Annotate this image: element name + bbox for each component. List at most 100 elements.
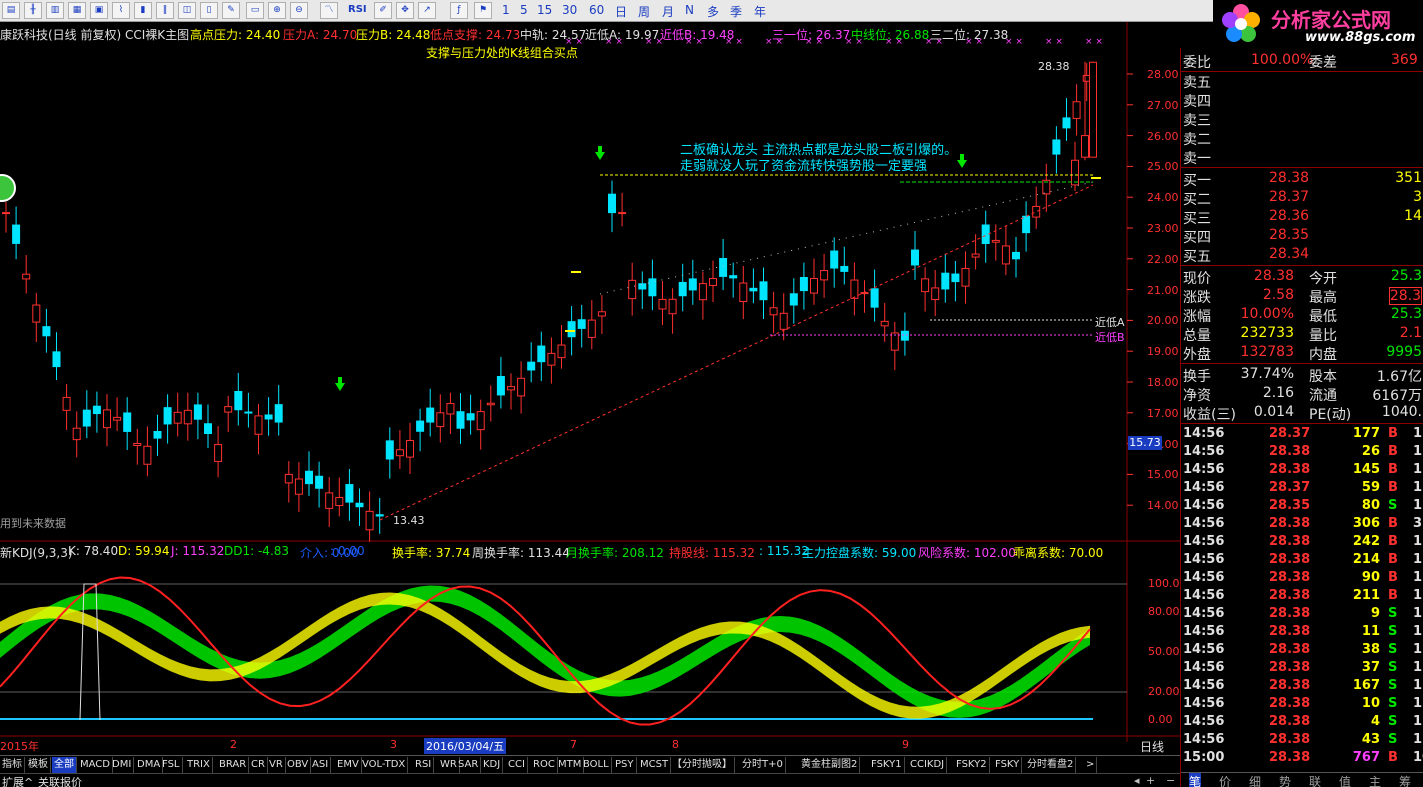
- panel-tab[interactable]: 价: [1219, 773, 1231, 787]
- period-15min[interactable]: 15: [537, 3, 552, 17]
- tick-count: 1: [1413, 714, 1423, 729]
- buy-signal-arrow-icon: [957, 154, 967, 168]
- panel-tab[interactable]: 值: [1339, 773, 1351, 787]
- indicator-tab[interactable]: ROC: [531, 757, 558, 773]
- move-icon[interactable]: ✥: [396, 2, 414, 19]
- bar-chart-icon[interactable]: ▥: [46, 2, 64, 19]
- tick-volume: 90: [1361, 570, 1380, 585]
- panel-tab[interactable]: 笔: [1189, 773, 1202, 787]
- panel-tab[interactable]: 联: [1309, 773, 1321, 787]
- indicator-tab[interactable]: FSKY2: [954, 757, 990, 773]
- indicator-tab[interactable]: MCST: [638, 757, 672, 773]
- tick-count: 1: [1413, 462, 1423, 477]
- period-n[interactable]: N: [685, 3, 694, 17]
- panel-tabs: 笔价细势联值主筹: [1181, 772, 1423, 787]
- candle-body: [769, 307, 778, 316]
- tick-volume: 177: [1352, 426, 1380, 441]
- scroll-left-icon[interactable]: ◂: [1134, 774, 1140, 787]
- tick-volume: 211: [1352, 588, 1380, 603]
- tick-price: 28.38: [1269, 444, 1311, 459]
- indicator-tab[interactable]: 模板: [26, 757, 51, 773]
- flag-icon[interactable]: ⚑: [474, 2, 492, 19]
- grid-icon[interactable]: ▦: [68, 2, 86, 19]
- indicator-tab[interactable]: 【分时抛吸】: [670, 757, 735, 773]
- indicator-tab[interactable]: CCI: [506, 757, 528, 773]
- indicator-tab[interactable]: CCIKDJ: [908, 757, 948, 773]
- candle-body: [365, 510, 374, 531]
- draw-icon[interactable]: ↗: [418, 2, 436, 19]
- rsi-button[interactable]: RSI: [348, 4, 367, 15]
- indicator-tab[interactable]: DMA: [135, 757, 164, 773]
- panel-tab[interactable]: 细: [1249, 773, 1261, 787]
- indicator-tab[interactable]: FSKY1: [869, 757, 905, 773]
- formula-icon[interactable]: ƒ: [450, 2, 468, 19]
- scroll-minus-icon[interactable]: −: [1166, 774, 1175, 787]
- candle-body: [759, 281, 768, 301]
- indicator-tab[interactable]: 黄金柱副图2: [799, 757, 861, 773]
- document-icon[interactable]: ▯: [200, 2, 218, 19]
- indicator-tab[interactable]: RSI: [413, 757, 435, 773]
- indicator-tab[interactable]: 全部: [52, 757, 77, 773]
- indicator-tab[interactable]: 分时T+0: [740, 757, 786, 773]
- period-day[interactable]: 日: [615, 3, 627, 20]
- period-1min[interactable]: 1: [502, 3, 510, 17]
- period-year[interactable]: 年: [754, 3, 766, 20]
- indicator-tab[interactable]: VOL-TDX: [360, 757, 409, 773]
- histogram-icon[interactable]: ▮: [134, 2, 152, 19]
- indicator-tab[interactable]: MACD: [78, 757, 113, 773]
- kline-icon[interactable]: ‖: [156, 2, 174, 19]
- zoom-out-icon[interactable]: ⊖: [290, 2, 308, 19]
- edit-icon[interactable]: ✎: [222, 2, 240, 19]
- candle-body: [1089, 61, 1097, 158]
- chart-canvas[interactable]: × × × × × × × × × × × × × × × × × × × × × × × × × × ×…: [0, 22, 1180, 742]
- pen-icon[interactable]: ✐: [374, 2, 392, 19]
- indicator-tab[interactable]: BRAR: [217, 757, 250, 773]
- scroll-plus-icon[interactable]: +: [1146, 774, 1155, 787]
- indicator-tab[interactable]: FSKY: [993, 757, 1023, 773]
- window-icon[interactable]: ▭: [246, 2, 264, 19]
- indicator-tab[interactable]: >: [1084, 757, 1098, 773]
- period-month[interactable]: 月: [662, 3, 674, 20]
- candle-body: [608, 193, 616, 214]
- indicator-tab[interactable]: PSY: [613, 757, 637, 773]
- indicator-tab[interactable]: VR: [267, 757, 286, 773]
- linked-quote-button[interactable]: 关联报价: [38, 774, 82, 787]
- indicator-tab[interactable]: KDJ: [481, 757, 504, 773]
- period-week[interactable]: 周: [638, 3, 650, 20]
- indicator-tab[interactable]: FSL: [160, 757, 183, 773]
- indicator-tab[interactable]: DMI: [110, 757, 135, 773]
- indicator-tab[interactable]: BOLL: [581, 757, 612, 773]
- panel-tab[interactable]: 主: [1369, 773, 1381, 787]
- zoom-in-icon[interactable]: ⊕: [268, 2, 286, 19]
- indicator-tab[interactable]: CR: [249, 757, 268, 773]
- kline-chart[interactable]: × × × × × × × × × × × × × × × × × × × × × × × × × × ×…: [0, 22, 1180, 742]
- overlay-icon[interactable]: ◫: [178, 2, 196, 19]
- period-5min[interactable]: 5: [520, 3, 528, 17]
- panel-tab[interactable]: 筹: [1399, 773, 1411, 787]
- candlestick-icon[interactable]: ╫: [24, 2, 42, 19]
- period-season[interactable]: 季: [730, 3, 742, 20]
- expand-button[interactable]: 扩展^: [2, 774, 33, 787]
- indicator-label: 低点支撑: 24.73: [430, 28, 521, 42]
- period-60min[interactable]: 60: [589, 3, 604, 17]
- candle-body: [981, 224, 990, 244]
- tick-side: S: [1388, 660, 1398, 675]
- sell-level-row: 卖二: [1181, 129, 1423, 148]
- panel-tab[interactable]: 势: [1279, 773, 1291, 787]
- indicator-tab[interactable]: TRIX: [185, 757, 213, 773]
- line-chart-icon[interactable]: ⌇: [112, 2, 130, 19]
- period-multi[interactable]: 多: [707, 3, 719, 20]
- indicator-tab[interactable]: 指标: [0, 757, 25, 773]
- candle-body: [466, 413, 475, 421]
- indicator-tab[interactable]: OBV: [285, 757, 312, 773]
- candle-body: [284, 473, 293, 484]
- indicator-tab[interactable]: 分时看盘2: [1025, 757, 1077, 773]
- layout-icon[interactable]: ▣: [90, 2, 108, 19]
- stat-value: 132783: [1240, 344, 1294, 360]
- trend-icon[interactable]: 〽: [320, 2, 338, 19]
- indicator-tab[interactable]: SAR: [456, 757, 482, 773]
- indicator-tab[interactable]: ASI: [310, 757, 332, 773]
- indicator-tab[interactable]: EMV: [335, 757, 362, 773]
- chart-type-icon[interactable]: ▤: [2, 2, 20, 19]
- period-30min[interactable]: 30: [562, 3, 577, 17]
